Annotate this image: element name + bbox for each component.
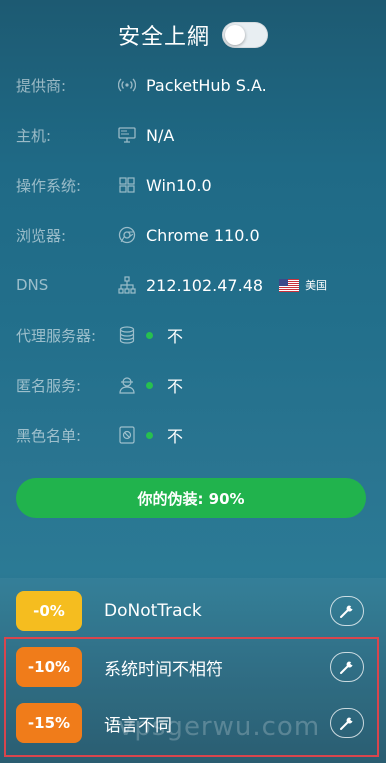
fix-donottrack-button[interactable] xyxy=(330,596,364,626)
row-value: PacketHub S.A. xyxy=(146,75,267,95)
row-value: N/A xyxy=(146,125,175,145)
camouflage-score-text: 你的伪装: 90% xyxy=(137,489,245,508)
penalty-row-time: -10% 系统时间不相符 xyxy=(0,642,386,692)
row-proxy: 代理服务器: 不 xyxy=(0,310,386,360)
row-dns: DNS 212.102.47.48 美国 xyxy=(0,260,386,310)
penalty-badge: -10% xyxy=(16,647,82,687)
row-value: 不 xyxy=(146,373,183,397)
status-text: 不 xyxy=(167,427,184,446)
camouflage-score-bar: 你的伪装: 90% xyxy=(16,478,366,518)
network-icon xyxy=(112,276,142,294)
status-text: 不 xyxy=(167,377,184,396)
penalty-value: -10% xyxy=(27,658,71,676)
us-flag-icon xyxy=(279,278,300,292)
wrench-icon xyxy=(340,661,353,674)
penalty-label: DoNotTrack xyxy=(104,601,202,621)
row-value: Win10.0 xyxy=(146,175,212,195)
row-value: 212.102.47.48 美国 xyxy=(146,276,327,295)
row-label: 操作系统: xyxy=(16,176,82,195)
status-dot xyxy=(146,381,153,389)
status-dot xyxy=(146,331,153,339)
user-hidden-icon xyxy=(112,376,142,394)
status-dot xyxy=(146,431,153,439)
country-flag: 美国 xyxy=(279,277,327,293)
row-blacklist: 黑色名单: 不 xyxy=(0,410,386,460)
row-value: Chrome 110.0 xyxy=(146,225,260,245)
blacklist-icon xyxy=(112,426,142,444)
penalty-value: -15% xyxy=(27,714,71,732)
row-label: 代理服务器: xyxy=(16,326,97,345)
safe-browsing-toggle[interactable] xyxy=(222,22,268,48)
chrome-icon xyxy=(112,226,142,244)
watermark: vpsgerwu.com xyxy=(118,712,321,742)
row-label: 匿名服务: xyxy=(16,376,82,395)
penalty-label: 系统时间不相符 xyxy=(104,659,223,680)
info-list: 提供商: PacketHub S.A. 主机: N/A 操作系统: Win10.… xyxy=(0,60,386,460)
wrench-icon xyxy=(340,605,353,618)
row-anonymizer: 匿名服务: 不 xyxy=(0,360,386,410)
row-host: 主机: N/A xyxy=(0,110,386,160)
penalty-row-donottrack: -0% DoNotTrack xyxy=(0,586,386,636)
row-value: 不 xyxy=(146,423,183,447)
wrench-icon xyxy=(340,717,353,730)
monitor-icon xyxy=(112,127,142,143)
database-icon xyxy=(112,326,142,344)
toggle-knob xyxy=(225,25,245,45)
row-browser: 浏览器: Chrome 110.0 xyxy=(0,210,386,260)
row-label: DNS xyxy=(16,276,49,294)
row-label: 提供商: xyxy=(16,76,67,95)
penalty-value: -0% xyxy=(33,602,65,620)
row-label: 黑色名单: xyxy=(16,426,82,445)
penalty-badge: -0% xyxy=(16,591,82,631)
windows-icon xyxy=(112,177,142,193)
signal-icon xyxy=(112,78,142,92)
row-label: 浏览器: xyxy=(16,226,67,245)
country-name: 美国 xyxy=(305,279,328,292)
row-os: 操作系统: Win10.0 xyxy=(0,160,386,210)
dns-ip: 212.102.47.48 xyxy=(146,275,264,295)
penalty-badge: -15% xyxy=(16,703,82,743)
page-title: 安全上網 xyxy=(117,25,210,50)
fix-time-button[interactable] xyxy=(330,652,364,682)
row-label: 主机: xyxy=(16,126,52,145)
row-provider: 提供商: PacketHub S.A. xyxy=(0,60,386,110)
status-text: 不 xyxy=(167,327,184,346)
row-value: 不 xyxy=(146,323,183,347)
fix-language-button[interactable] xyxy=(330,708,364,738)
